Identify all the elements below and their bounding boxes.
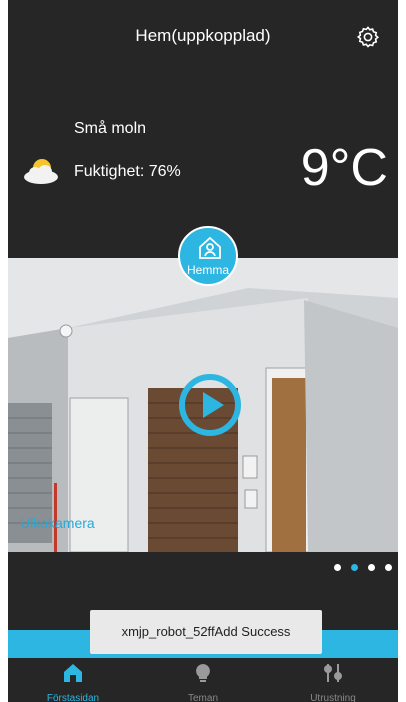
home-mode-button[interactable]: Hemma: [178, 226, 238, 286]
tab-equipment-label: Utrustning: [310, 693, 356, 702]
tab-equipment[interactable]: Utrustning: [268, 658, 398, 702]
tab-themes[interactable]: Teman: [138, 658, 268, 702]
page-dot[interactable]: [334, 564, 341, 571]
gear-icon: [356, 26, 380, 48]
tab-themes-label: Teman: [187, 693, 218, 702]
home-person-icon: [199, 236, 221, 259]
cloud-sun-icon: [24, 159, 58, 184]
weather-description: Små moln: [74, 120, 147, 137]
sliders-icon: [324, 664, 342, 682]
temperature: 9°C: [300, 139, 388, 197]
tab-home-label: Förstasidan: [46, 693, 100, 702]
camera-name: Ulkokamera: [20, 515, 95, 531]
toast-message: xmjp_robot_52ffAdd Success: [90, 610, 322, 654]
home-mode-label: Hemma: [186, 263, 229, 277]
page-dot[interactable]: [368, 564, 375, 571]
page-title: Hem(uppkopplad): [135, 26, 271, 45]
home-icon: [64, 664, 82, 682]
app-screen: Hem(uppkopplad) Små moln Fuktighet: 76% …: [8, 0, 398, 702]
page-indicator: [334, 564, 392, 571]
page-dot[interactable]: [385, 564, 392, 571]
lightbulb-icon: [196, 664, 210, 682]
settings-button[interactable]: [356, 25, 380, 49]
tab-home[interactable]: Förstasidan: [8, 658, 138, 702]
play-icon: [179, 374, 241, 436]
play-button[interactable]: [178, 373, 242, 437]
humidity-text: Fuktighet: 76%: [74, 163, 181, 180]
top-bar: Hem(uppkopplad): [8, 0, 398, 80]
page-dot-active[interactable]: [351, 564, 358, 571]
bottom-tab-bar: Förstasidan Teman Utrustning: [8, 658, 398, 702]
